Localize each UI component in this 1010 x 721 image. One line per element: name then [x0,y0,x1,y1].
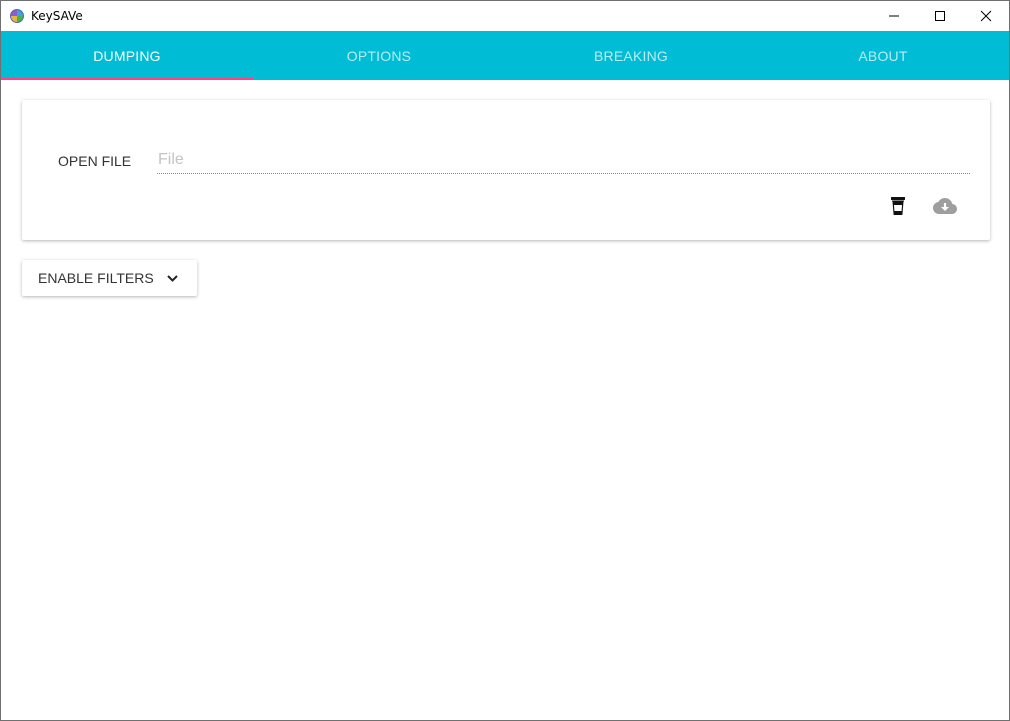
file-input[interactable] [157,146,970,174]
tab-dumping[interactable]: DUMPING [1,31,253,80]
cloud-download-button[interactable] [931,192,959,220]
cloud-download-icon [933,198,957,214]
tab-label: DUMPING [93,47,161,64]
tab-about[interactable]: ABOUT [757,31,1009,80]
enable-filters-button[interactable]: ENABLE FILTERS [22,260,197,296]
tab-bar: DUMPING OPTIONS BREAKING ABOUT [1,31,1009,80]
close-icon [980,10,992,22]
maximize-icon [935,11,945,21]
app-window: KeySAVe DUMPING OPTIONS BREAKING ABOUT O… [0,0,1010,721]
maximize-button[interactable] [917,1,963,31]
minimize-icon [889,15,899,17]
close-button[interactable] [963,1,1009,31]
cup-button[interactable] [884,192,912,220]
window-title: KeySAVe [31,9,83,23]
app-logo-icon [10,9,24,23]
tab-label: OPTIONS [346,47,412,64]
title-bar[interactable]: KeySAVe [1,1,1009,31]
tab-options[interactable]: OPTIONS [253,31,505,80]
cup-icon [891,197,905,215]
tab-breaking[interactable]: BREAKING [505,31,757,80]
open-file-card: OPEN FILE [22,100,990,240]
open-file-label: OPEN FILE [58,153,132,169]
enable-filters-label: ENABLE FILTERS [38,270,154,286]
chevron-down-icon [167,275,178,282]
tab-label: ABOUT [858,47,908,64]
minimize-button[interactable] [871,1,917,31]
tab-label: BREAKING [594,47,668,64]
